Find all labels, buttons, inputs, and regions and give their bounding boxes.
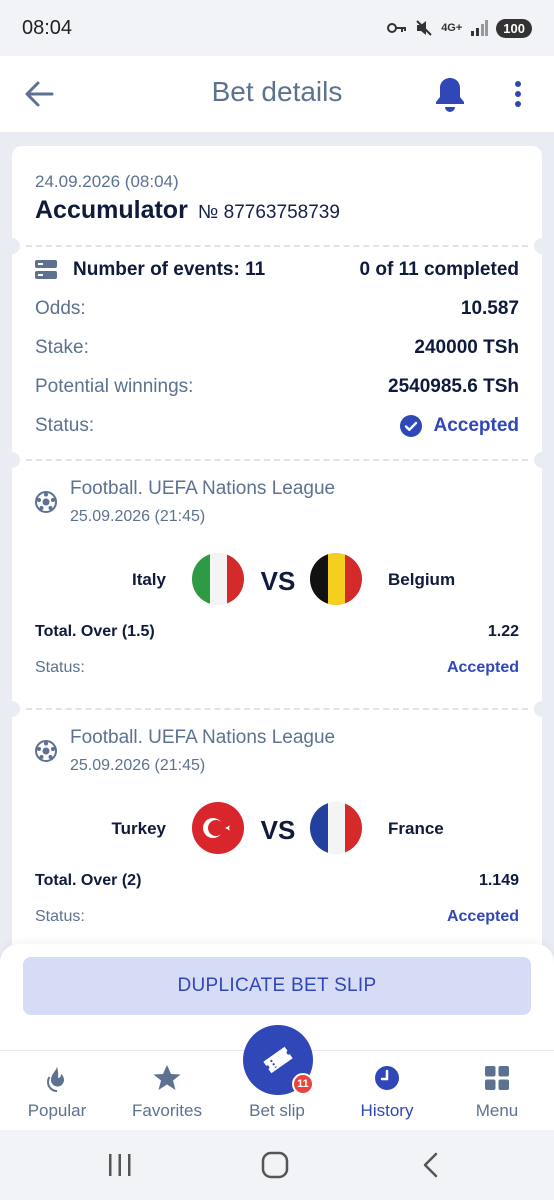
selection-row: Total. Over (1.5) 1.22 [35, 618, 519, 646]
events-list-icon [35, 260, 57, 279]
divider [26, 708, 528, 710]
nav-betslip-label: Bet slip [249, 1101, 305, 1120]
odds-value: 10.587 [460, 298, 519, 319]
selection-odds: 1.22 [487, 623, 519, 640]
selection-row: Total. Over (2) 1.149 [35, 867, 519, 895]
event-status-value: Accepted [446, 908, 519, 925]
home-team: Turkey [111, 819, 167, 838]
stake-row: Stake: 240000 TSh [35, 334, 519, 362]
nav-history[interactable]: History [332, 1051, 442, 1131]
system-navigation-bar [0, 1130, 554, 1200]
status-label: Status: [35, 415, 95, 436]
bottom-navigation: Popular Favorites Bet slip 11 History Me… [0, 1025, 554, 1131]
winnings-value: 2540985.6 TSh [388, 376, 519, 397]
signal-icon [471, 20, 489, 36]
events-count: Number of events: 11 [73, 259, 266, 280]
page-title: Bet details [211, 76, 343, 107]
star-icon [153, 1065, 181, 1090]
bet-card: 24.09.2026 (08:04) Accumulator № 8776375… [12, 146, 542, 976]
odds-label: Odds: [35, 298, 86, 319]
event-status-value: Accepted [446, 659, 519, 676]
away-team: France [388, 819, 444, 838]
card-notch [534, 238, 542, 254]
odds-row: Odds: 10.587 [35, 295, 519, 323]
ticket-icon [263, 1046, 293, 1074]
betslip-count-badge: 11 [292, 1073, 314, 1095]
card-notch [534, 701, 542, 717]
system-back-icon[interactable] [420, 1151, 440, 1179]
clock-icon [375, 1066, 399, 1090]
football-icon [35, 740, 57, 762]
status-row: Status: Accepted [35, 412, 519, 440]
nav-menu-label: Menu [475, 1101, 519, 1120]
system-status-bar: 08:04 4G+ 100 [0, 0, 554, 56]
bet-date: 24.09.2026 (08:04) [35, 172, 179, 191]
event-date: 25.09.2026 (21:45) [70, 508, 206, 525]
bet-type: Accumulator [35, 196, 188, 224]
network-type: 4G+ [441, 22, 463, 34]
nav-popular-label: Popular [27, 1101, 87, 1120]
event-status-label: Status: [35, 908, 85, 925]
event-status-label: Status: [35, 659, 85, 676]
nav-history-label: History [360, 1101, 414, 1120]
nav-popular[interactable]: Popular [2, 1051, 112, 1131]
card-notch [12, 701, 20, 717]
italy-flag-icon [192, 553, 244, 605]
winnings-row: Potential winnings: 2540985.6 TSh [35, 373, 519, 401]
event-league: Football. UEFA Nations League [70, 478, 336, 499]
vs-label: VS [260, 566, 296, 596]
nav-menu[interactable]: Menu [442, 1051, 552, 1131]
football-icon [35, 491, 57, 513]
vs-label: VS [260, 815, 296, 845]
status-value: Accepted [433, 415, 519, 436]
more-vertical-icon [515, 81, 521, 107]
mute-icon [416, 20, 432, 36]
recent-apps-icon[interactable] [106, 1152, 134, 1178]
app-bar: Bet details [0, 56, 554, 132]
check-circle-icon [400, 415, 423, 437]
event-status-row: Status: Accepted [35, 654, 519, 682]
away-team: Belgium [388, 570, 456, 589]
status-value-wrap: Accepted [399, 414, 519, 438]
divider [26, 459, 528, 461]
selection-odds: 1.149 [478, 872, 519, 889]
winnings-label: Potential winnings: [35, 376, 194, 397]
event-date: 25.09.2026 (21:45) [70, 757, 206, 774]
grid-menu-icon [485, 1066, 509, 1090]
selection-label: Total. Over (2) [35, 872, 142, 889]
bet-number: № 87763758739 [198, 202, 340, 223]
home-team: Italy [131, 570, 166, 589]
selection-label: Total. Over (1.5) [35, 623, 155, 640]
events-completed: 0 of 11 completed [359, 259, 519, 280]
divider [26, 245, 528, 247]
turkey-flag-icon [192, 802, 244, 854]
nav-favorites-label: Favorites [132, 1101, 202, 1120]
home-icon[interactable] [261, 1151, 289, 1179]
event-status-row: Status: Accepted [35, 903, 519, 931]
card-notch [534, 452, 542, 468]
event-league: Football. UEFA Nations League [70, 727, 336, 748]
belgium-flag-icon [310, 553, 362, 605]
stake-value: 240000 TSh [414, 337, 519, 358]
status-icons: 4G+ 100 [387, 18, 532, 38]
duplicate-bet-slip-button[interactable]: DUPLICATE BET SLIP [23, 957, 531, 1015]
notifications-button[interactable] [432, 74, 468, 114]
more-options-button[interactable] [506, 76, 530, 112]
nav-favorites[interactable]: Favorites [112, 1051, 222, 1131]
bell-icon [436, 78, 464, 112]
battery-indicator: 100 [496, 18, 532, 38]
france-flag-icon [310, 802, 362, 854]
card-notch [12, 238, 20, 254]
flame-icon [46, 1065, 64, 1092]
stake-label: Stake: [35, 337, 89, 358]
status-time: 08:04 [22, 16, 73, 39]
card-notch [12, 452, 20, 468]
key-icon [387, 23, 407, 33]
events-label-wrap: Number of events: 11 [35, 259, 265, 281]
events-summary-row: Number of events: 11 0 of 11 completed [35, 256, 519, 284]
